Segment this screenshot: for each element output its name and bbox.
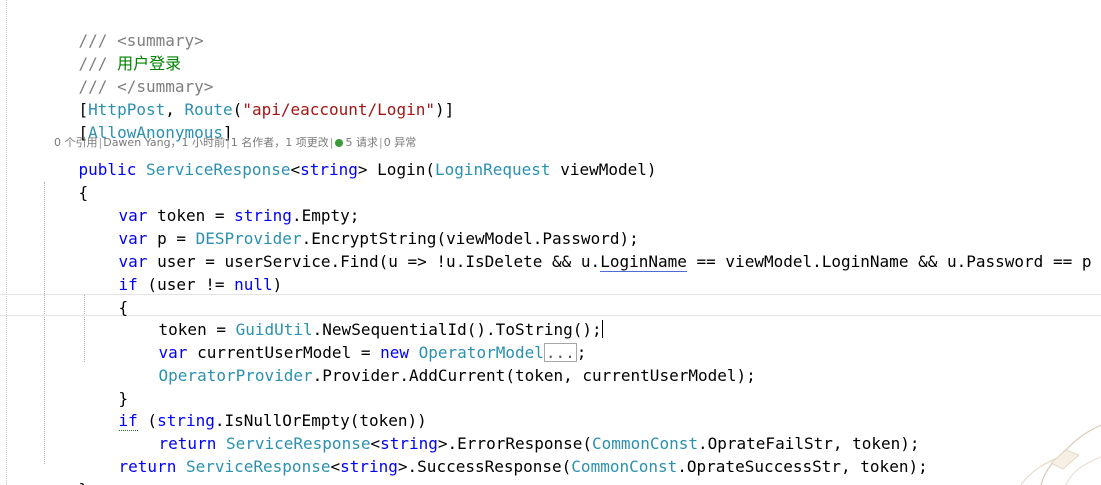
highlighted-loginname[interactable]: LoginName <box>600 252 687 272</box>
punctuation: < <box>330 457 341 476</box>
method-name[interactable]: > Login( <box>358 160 435 179</box>
code-line-user-find[interactable]: var user = userService.Find(u => !u.IsDe… <box>80 227 1091 272</box>
code-line-doc-summary-open[interactable]: /// <summary> <box>40 6 204 50</box>
codelens-bar: 0 个引用|Dawen Yang，1 小时前|1 名作者，1 项更改| 5 请求|… <box>40 119 416 149</box>
bracket: )] <box>434 100 455 119</box>
brace: } <box>79 480 89 485</box>
keyword-string: string <box>300 160 358 179</box>
code-text: ) <box>272 275 283 294</box>
code-text: (user != <box>137 275 235 294</box>
code-line-close-brace[interactable]: } <box>80 364 129 408</box>
code-line-method-signature[interactable]: public ServiceResponse<string> Login(Log… <box>40 135 657 179</box>
code-line-current-user-model[interactable]: var currentUserModel = new OperatorModel… <box>120 318 586 362</box>
code-line-close-brace[interactable]: } <box>40 455 89 485</box>
text-caret <box>601 320 603 338</box>
code-line-attributes-route[interactable]: [HttpPost, Route("api/eaccount/Login")] <box>40 75 455 119</box>
code-line-return-success[interactable]: return ServiceResponse<string>.SuccessRe… <box>80 432 928 476</box>
code-line-return-error[interactable]: return ServiceResponse<string>.ErrorResp… <box>120 409 920 453</box>
background-decoration <box>1020 424 1101 485</box>
route-string: "api/eaccount/Login" <box>242 100 435 119</box>
keyword-return: return <box>118 457 177 476</box>
code-editor[interactable]: /// <summary> /// 用户登录 /// </summary> [H… <box>0 0 1101 485</box>
keyword-string: string <box>340 457 398 476</box>
code-text: .Provider.AddCurrent(token, currentUserM… <box>312 366 756 385</box>
code-text: .OprateSuccessStr, token); <box>677 457 928 476</box>
code-line-if-empty[interactable]: if (string.IsNullOrEmpty(token)) <box>80 386 427 431</box>
code-line-doc-text[interactable]: /// 用户登录 <box>40 29 182 73</box>
type-serviceresponse[interactable]: ServiceResponse <box>146 160 291 179</box>
keyword-null: null <box>234 275 273 294</box>
punctuation: ( <box>232 100 243 119</box>
code-line-open-brace[interactable]: { <box>80 273 129 317</box>
type-operatorprovider[interactable]: OperatorProvider <box>159 366 313 385</box>
type-loginrequest[interactable]: LoginRequest <box>435 160 551 179</box>
code-line-token-decl[interactable]: var token = string.Empty; <box>80 181 360 225</box>
code-line-attribute-allowanonymous[interactable]: [AllowAnonymous] <box>40 98 233 142</box>
code-line-open-brace[interactable]: { <box>40 158 89 202</box>
type-commonconst[interactable]: CommonConst <box>571 457 677 476</box>
code-line-password-encrypt[interactable]: var p = DESProvider.EncryptString(viewMo… <box>80 204 639 248</box>
punctuation: < <box>290 160 301 179</box>
code-line-if-user[interactable]: if (user != null) <box>80 250 283 294</box>
code-line-token-assign[interactable]: token = GuidUtil.NewSequentialId().ToStr… <box>120 295 603 339</box>
gutter-divider <box>6 0 7 485</box>
type-serviceresponse[interactable]: ServiceResponse <box>186 457 331 476</box>
code-text: == viewModel.LoginName && u.Password == … <box>686 252 1092 271</box>
code-text: >.SuccessResponse( <box>397 457 572 476</box>
code-line-doc-summary-close[interactable]: /// </summary> <box>40 52 214 96</box>
code-line-add-current[interactable]: OperatorProvider.Provider.AddCurrent(tok… <box>120 341 756 385</box>
parameter: viewModel) <box>550 160 657 179</box>
